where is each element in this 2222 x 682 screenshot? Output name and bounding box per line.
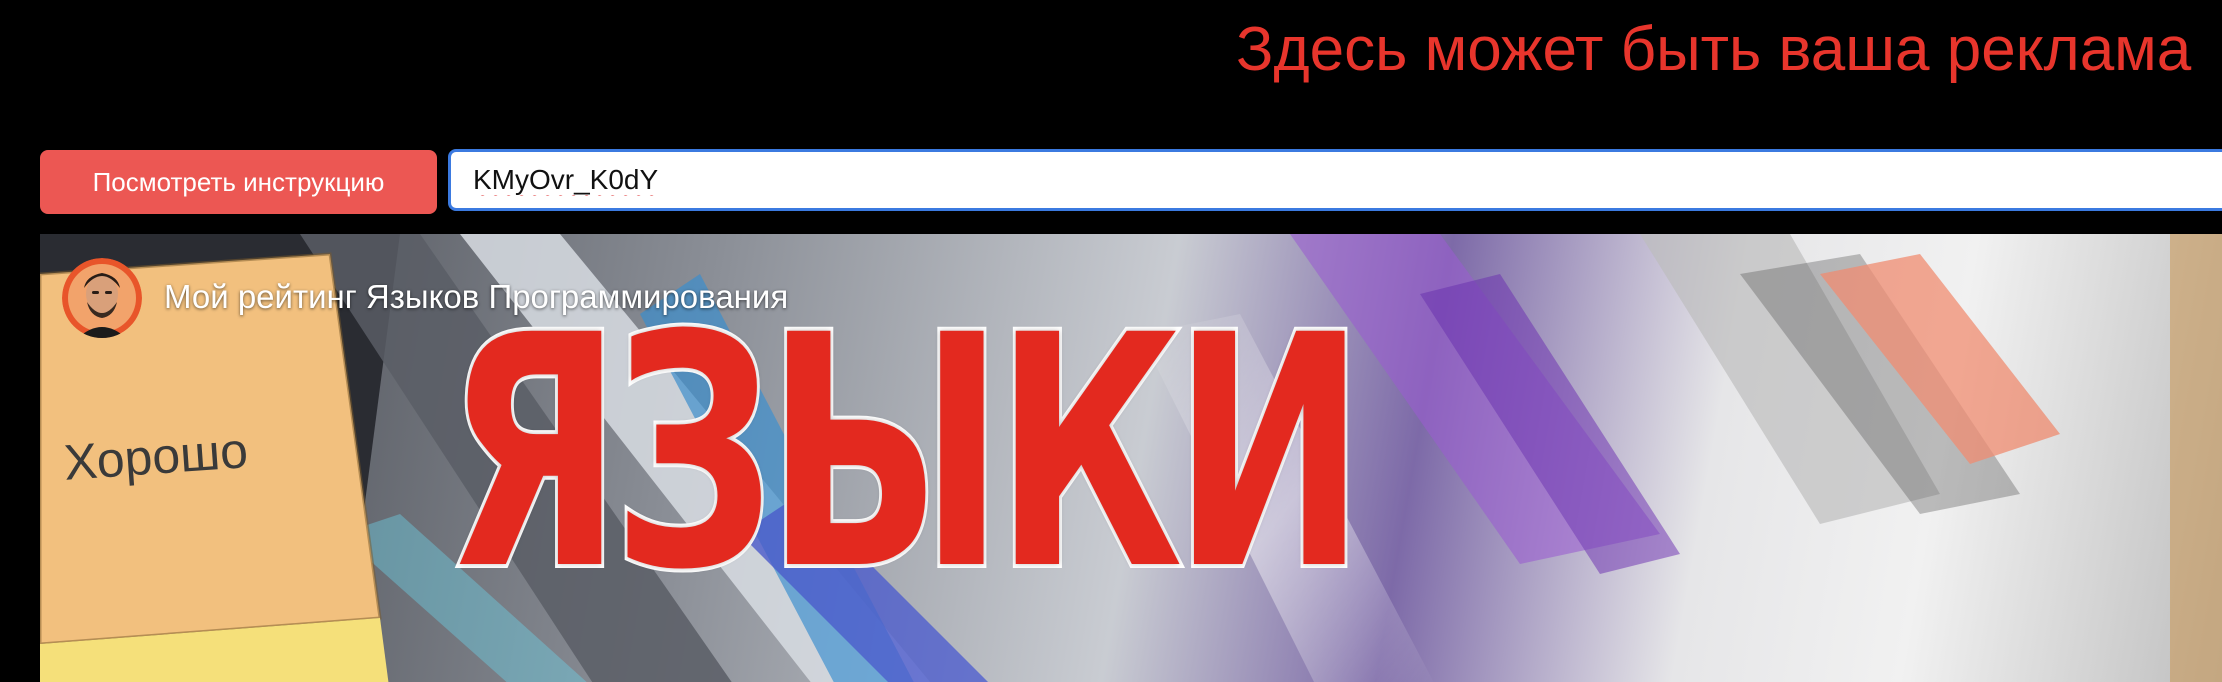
avatar-icon — [62, 258, 142, 338]
page: Здесь может быть ваша реклама Посмотреть… — [0, 0, 2222, 682]
video-player[interactable]: Хорошо ЯЗЫКИ Мой рейтинг Языков Программ… — [40, 234, 2222, 682]
view-instructions-button[interactable]: Посмотреть инструкцию — [40, 150, 437, 214]
video-id-input[interactable] — [448, 149, 2222, 211]
thumbnail-headline: ЯЗЫКИ — [442, 268, 1368, 640]
ad-banner-text: Здесь может быть ваша реклама — [1236, 15, 2192, 84]
video-title[interactable]: Мой рейтинг Языков Программирования — [164, 278, 788, 316]
channel-avatar[interactable] — [62, 258, 142, 338]
